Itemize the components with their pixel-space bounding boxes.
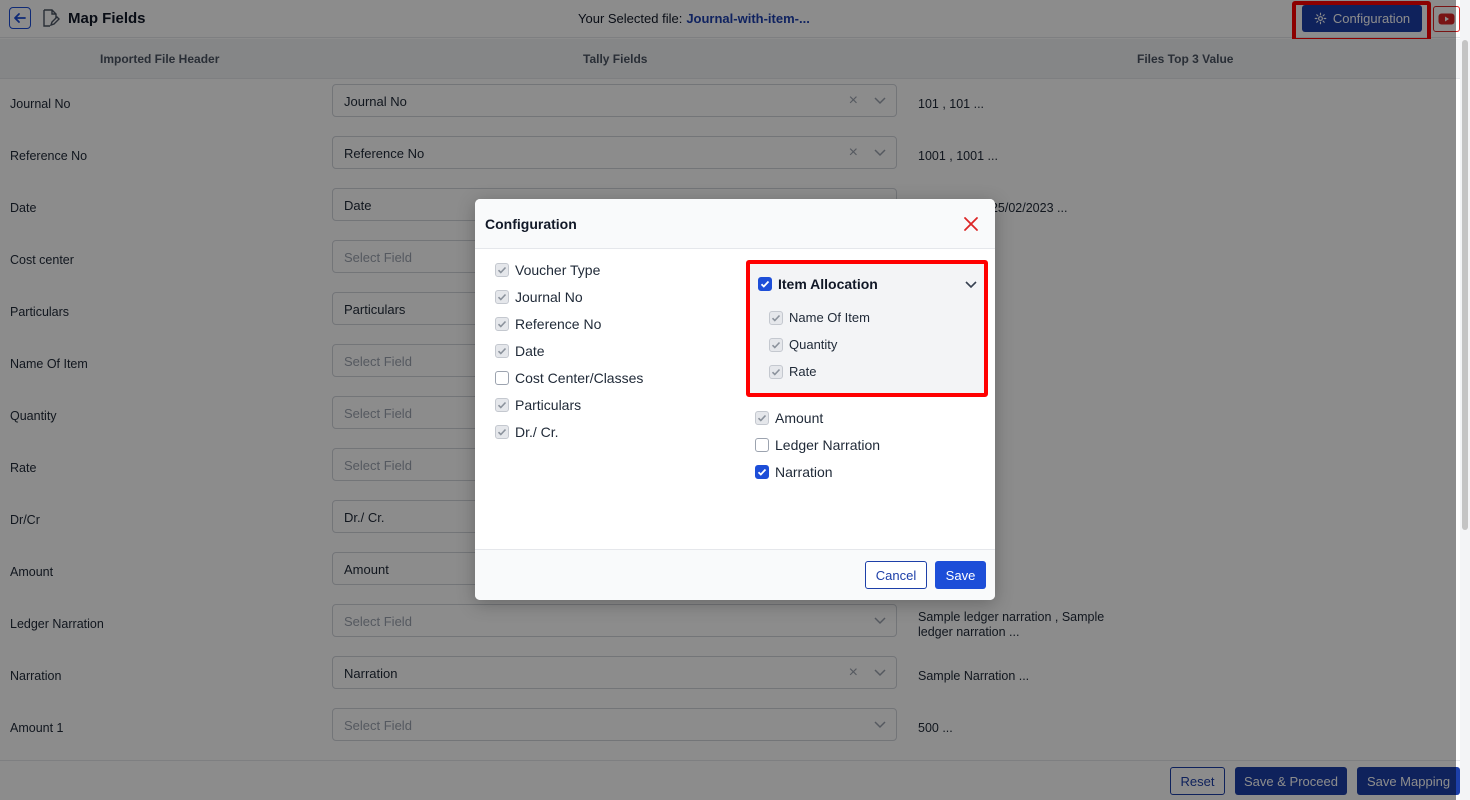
modal-title: Configuration — [485, 216, 577, 232]
config-option[interactable]: Cost Center/Classes — [495, 370, 643, 386]
modal-header: Configuration — [475, 199, 995, 249]
config-option-label: Ledger Narration — [775, 437, 881, 453]
config-option[interactable]: Narration — [755, 464, 833, 480]
item-allocation-option: Name Of Item — [769, 310, 870, 325]
item-allocation-section: Item Allocation Name Of Item Quantity Rate — [746, 260, 988, 397]
config-option-label: Dr./ Cr. — [515, 424, 559, 440]
config-option-label: Narration — [775, 464, 833, 480]
chevron-down-icon[interactable] — [964, 277, 978, 291]
item-allocation-option: Quantity — [769, 337, 837, 352]
check-icon — [497, 320, 507, 328]
item-allocation-option-checkbox — [769, 364, 783, 379]
close-icon[interactable] — [959, 212, 983, 236]
cancel-button[interactable]: Cancel — [865, 561, 927, 589]
config-option: Date — [495, 343, 545, 359]
item-allocation-option-checkbox — [769, 310, 783, 325]
item-allocation-option-label: Name Of Item — [789, 310, 870, 325]
item-allocation-checkbox[interactable] — [758, 277, 772, 291]
config-option-checkbox[interactable] — [755, 438, 769, 452]
check-icon — [757, 414, 767, 422]
config-option-checkbox[interactable] — [495, 371, 509, 385]
config-option: Amount — [755, 410, 823, 426]
config-option-checkbox — [495, 425, 509, 439]
config-option-label: Voucher Type — [515, 262, 601, 278]
config-option-checkbox — [495, 317, 509, 331]
item-allocation-toggle[interactable]: Item Allocation — [758, 276, 878, 292]
check-icon — [497, 401, 507, 409]
config-option: Journal No — [495, 289, 583, 305]
config-option[interactable]: Ledger Narration — [755, 437, 880, 453]
config-option-checkbox — [495, 344, 509, 358]
config-option-label: Reference No — [515, 316, 602, 332]
save-button[interactable]: Save — [935, 561, 986, 589]
page-scrollbar[interactable] — [1460, 0, 1470, 800]
config-option-checkbox — [495, 263, 509, 277]
config-option: Voucher Type — [495, 262, 600, 278]
config-option-checkbox — [755, 411, 769, 425]
config-option-checkbox — [495, 398, 509, 412]
check-icon — [497, 266, 507, 274]
config-option-label: Date — [515, 343, 545, 359]
item-allocation-option-label: Rate — [789, 364, 817, 379]
config-option-label: Amount — [775, 410, 824, 426]
scrollbar-thumb[interactable] — [1462, 40, 1468, 530]
item-allocation-label: Item Allocation — [778, 276, 878, 292]
item-allocation-option: Rate — [769, 364, 816, 379]
item-allocation-option-label: Quantity — [789, 337, 838, 352]
config-option: Reference No — [495, 316, 601, 332]
check-icon — [497, 347, 507, 355]
check-icon — [760, 280, 770, 288]
config-option: Particulars — [495, 397, 581, 413]
check-icon — [771, 368, 781, 376]
check-icon — [771, 341, 781, 349]
config-option-checkbox — [495, 290, 509, 304]
item-allocation-option-checkbox — [769, 337, 783, 352]
config-option: Dr./ Cr. — [495, 424, 559, 440]
check-icon — [497, 428, 507, 436]
config-option-label: Journal No — [515, 289, 583, 305]
check-icon — [497, 293, 507, 301]
config-option-label: Particulars — [515, 397, 582, 413]
check-icon — [771, 314, 781, 322]
config-option-checkbox[interactable] — [755, 465, 769, 479]
configuration-modal: Configuration Voucher Type Journal No Refe… — [475, 199, 995, 600]
modal-footer: Cancel Save — [475, 549, 995, 600]
check-icon — [757, 468, 767, 476]
config-option-label: Cost Center/Classes — [515, 370, 644, 386]
